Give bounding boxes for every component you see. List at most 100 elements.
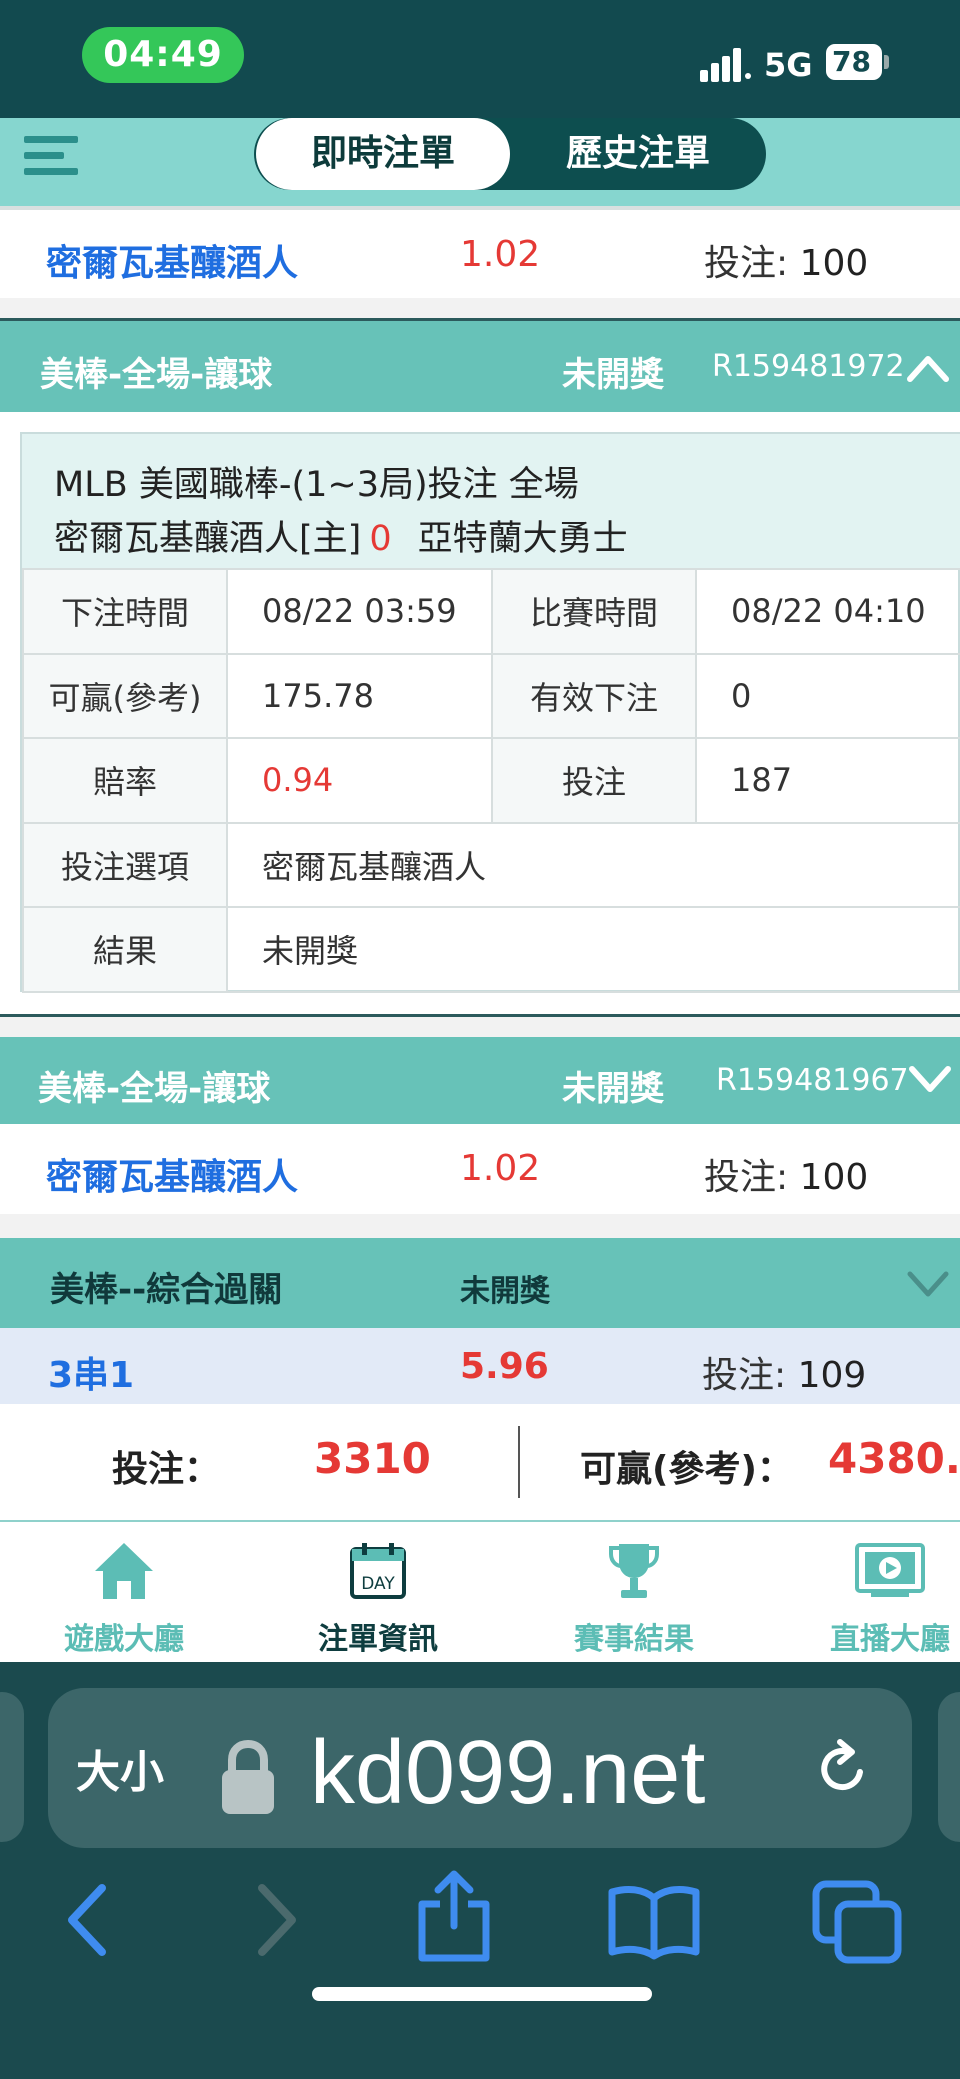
stake-value: 109 xyxy=(797,1355,867,1396)
away-team: 亞特蘭大勇士 xyxy=(417,519,628,559)
matchup-line: 密爾瓦基釀酒人[主] 0 亞特蘭大勇士 xyxy=(54,510,628,561)
text-size-button[interactable]: 大小 xyxy=(76,1736,164,1800)
network-type: 5G xyxy=(764,46,813,84)
match-time-value: 08/22 04:10 xyxy=(695,568,960,655)
stake-label: 投注: xyxy=(702,1355,787,1396)
total-stake-label: 投注： xyxy=(112,1449,221,1490)
chevron-down-icon[interactable] xyxy=(908,1065,952,1095)
stake-label: 投注: xyxy=(704,243,789,284)
live-video-icon xyxy=(855,1543,925,1597)
tab-label: 注單資訊 xyxy=(318,1622,438,1657)
tab-live-lobby[interactable]: 直播大廳 xyxy=(770,1538,960,1658)
total-stake-value: 3310 xyxy=(314,1434,431,1483)
lock-icon xyxy=(222,1739,274,1814)
odds-value: 0.94 xyxy=(226,737,493,824)
bet-detail-table: 下注時間 08/22 03:59 比賽時間 08/22 04:10 可贏(參考)… xyxy=(22,568,960,993)
tab-match-results[interactable]: 賽事結果 xyxy=(514,1538,754,1658)
odds-label: 賠率 xyxy=(22,737,228,824)
total-win-label: 可贏(參考)： xyxy=(580,1449,793,1490)
stake-label: 投注: xyxy=(704,1157,789,1198)
match-time-label: 比賽時間 xyxy=(491,568,697,655)
bet-summary-row[interactable]: 密爾瓦基釀酒人 1.02 投注: 100 xyxy=(0,206,960,298)
stake-value: 100 xyxy=(799,1157,869,1198)
home-indicator xyxy=(312,1987,652,2001)
calendar-day-icon: DAY xyxy=(350,1543,406,1599)
tabs-icon[interactable] xyxy=(812,1880,904,1964)
match-info: MLB 美國職棒-(1~3局)投注 全場 密爾瓦基釀酒人[主] 0 亞特蘭大勇士 xyxy=(22,434,960,568)
bet-time-value: 08/22 03:59 xyxy=(226,568,493,655)
bet-id: R159481972 xyxy=(712,349,905,384)
bet-odds: 1.02 xyxy=(460,1148,541,1189)
stake-value: 187 xyxy=(695,737,960,824)
bookmarks-icon[interactable] xyxy=(606,1884,702,1960)
tab-bet-info[interactable]: DAY 注單資訊 xyxy=(258,1538,498,1658)
win-value: 175.78 xyxy=(226,652,493,739)
back-icon[interactable] xyxy=(62,1880,112,1960)
bet-odds: 1.02 xyxy=(460,234,541,275)
stake-value: 100 xyxy=(799,243,869,284)
status-time: 04:49 xyxy=(82,27,244,83)
battery-tip xyxy=(884,55,889,69)
forward-icon[interactable] xyxy=(252,1880,302,1960)
bet-stake: 投注: 100 xyxy=(704,1148,868,1200)
tab-label: 直播大廳 xyxy=(830,1622,950,1657)
divider xyxy=(0,1014,960,1017)
bet-id: R159481967 xyxy=(716,1063,909,1098)
bet-team: 密爾瓦基釀酒人 xyxy=(46,1157,299,1198)
parlay-odds: 5.96 xyxy=(460,1346,549,1387)
status-bar: 04:49 5G 78 xyxy=(0,0,960,118)
parlay-title: 美棒--綜合過關 xyxy=(50,1270,283,1310)
previous-tab-preview[interactable] xyxy=(0,1692,24,1842)
bet-option-label: 投注選項 xyxy=(22,821,228,908)
reload-icon[interactable] xyxy=(812,1738,874,1800)
bet-header-bar[interactable]: 美棒-全場-讓球 未開獎 R159481967 xyxy=(0,1037,960,1124)
trophy-icon xyxy=(609,1544,659,1598)
bet-stake: 投注: 100 xyxy=(704,234,868,286)
tab-label: 遊戲大廳 xyxy=(64,1622,184,1657)
home-team: 密爾瓦基釀酒人[主] xyxy=(54,519,362,559)
bet-detail: MLB 美國職棒-(1~3局)投注 全場 密爾瓦基釀酒人[主] 0 亞特蘭大勇士 下… xyxy=(0,412,960,1014)
parlay-summary-row[interactable]: 3串1 5.96 投注: 109 xyxy=(0,1328,960,1404)
tab-game-lobby[interactable]: 遊戲大廳 xyxy=(4,1538,244,1658)
chevron-down-icon[interactable] xyxy=(906,1270,950,1300)
url-text[interactable]: kd099.net xyxy=(310,1722,705,1825)
address-bar[interactable]: 大小 kd099.net xyxy=(48,1688,912,1848)
valid-bet-value: 0 xyxy=(695,652,960,739)
valid-bet-label: 有效下注 xyxy=(491,652,697,739)
tab-live-bets[interactable]: 即時注單 xyxy=(256,118,510,190)
tab-history-bets[interactable]: 歷史注單 xyxy=(510,118,766,190)
chevron-up-icon[interactable] xyxy=(906,353,950,383)
result-label: 結果 xyxy=(22,906,228,993)
parlay-header-bar[interactable]: 美棒--綜合過關 未開獎 xyxy=(0,1238,960,1328)
bottom-tab-bar: 遊戲大廳 DAY 注單資訊 賽事結果 直播大廳 xyxy=(0,1520,960,1662)
stake-label: 投注 xyxy=(491,737,697,824)
app-header: 即時注單 歷史注單 xyxy=(0,118,960,206)
bet-header-bar[interactable]: 美棒-全場-讓球 未開獎 R159481972 xyxy=(0,321,960,412)
bet-type-segmented-control: 即時注單 歷史注單 xyxy=(254,118,766,190)
signal-icon xyxy=(700,48,751,82)
hamburger-menu-icon[interactable] xyxy=(24,128,78,176)
bet-summary-row[interactable]: 密爾瓦基釀酒人 1.02 投注: 100 xyxy=(0,1124,960,1214)
home-icon xyxy=(95,1543,153,1599)
parlay-stake: 投注: 109 xyxy=(702,1346,866,1398)
result-value: 未開獎 xyxy=(226,906,960,993)
bet-status: 未開獎 xyxy=(562,355,664,395)
win-label: 可贏(參考) xyxy=(22,652,228,739)
next-tab-preview[interactable] xyxy=(938,1692,960,1842)
bet-detail-card: MLB 美國職棒-(1~3局)投注 全場 密爾瓦基釀酒人[主] 0 亞特蘭大勇士 下… xyxy=(20,432,960,993)
bet-title: 美棒-全場-讓球 xyxy=(40,355,273,395)
tab-label: 賽事結果 xyxy=(574,1622,694,1657)
league-line: MLB 美國職棒-(1~3局)投注 全場 xyxy=(54,465,579,505)
bet-time-label: 下注時間 xyxy=(22,568,228,655)
parlay-combo: 3串1 xyxy=(48,1355,135,1396)
bet-status: 未開獎 xyxy=(562,1069,664,1109)
bet-option-value: 密爾瓦基釀酒人 xyxy=(226,821,960,908)
totals-bar: 投注： 3310 可贏(參考)： 4380.6 xyxy=(0,1404,960,1520)
share-icon[interactable] xyxy=(414,1868,494,1964)
browser-toolbar: 大小 kd099.net xyxy=(0,1662,960,2079)
divider xyxy=(518,1426,520,1498)
calendar-day-text: DAY xyxy=(361,1574,395,1594)
total-win-value: 4380.6 xyxy=(828,1434,960,1483)
battery-level: 78 xyxy=(832,45,871,78)
handicap-score: 0 xyxy=(369,519,392,559)
